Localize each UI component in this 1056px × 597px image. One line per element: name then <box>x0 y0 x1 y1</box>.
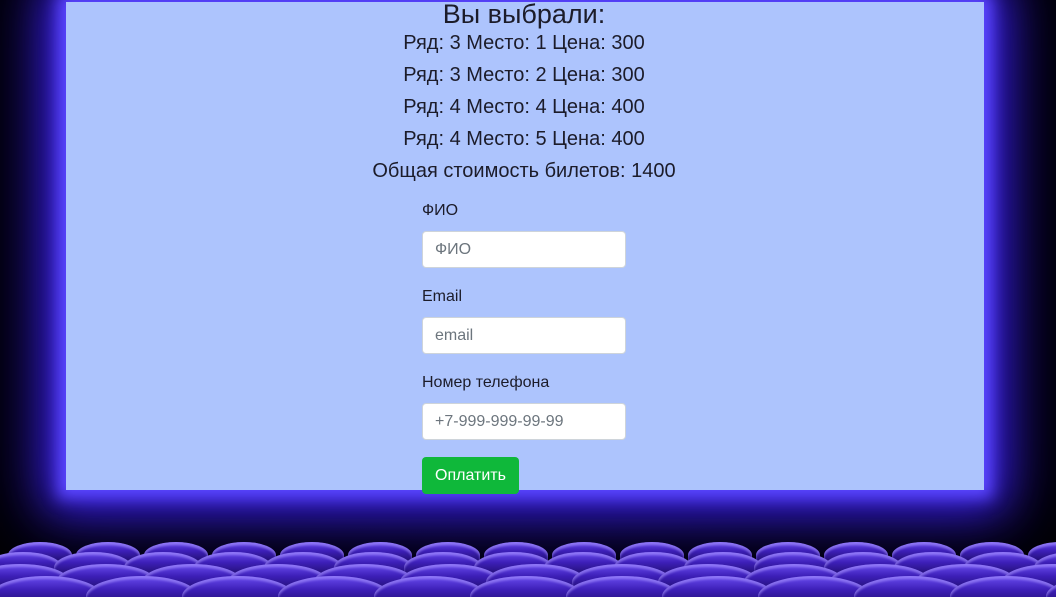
ticket-line: Ряд: 3 Место: 2 Цена: 300 <box>403 64 645 86</box>
name-input[interactable] <box>422 231 626 268</box>
phone-label: Номер телефона <box>422 374 550 391</box>
ticket-line: Ряд: 3 Место: 1 Цена: 300 <box>403 32 645 54</box>
cinema-seats <box>0 536 1056 597</box>
email-input[interactable] <box>422 317 626 354</box>
phone-input[interactable] <box>422 403 626 440</box>
email-label: Email <box>422 288 463 305</box>
page-title: Вы выбрали: <box>442 0 606 29</box>
ticket-line: Ряд: 4 Место: 5 Цена: 400 <box>403 128 645 150</box>
name-label: ФИО <box>422 202 459 219</box>
ticket-line: Ряд: 4 Место: 4 Цена: 400 <box>403 96 645 118</box>
pay-button[interactable]: Оплатить <box>422 457 519 494</box>
total-cost: Общая стоимость билетов: 1400 <box>372 160 676 182</box>
cinema-stage: Вы выбрали: Ряд: 3 Место: 1 Цена: 300 Ря… <box>0 0 1056 597</box>
